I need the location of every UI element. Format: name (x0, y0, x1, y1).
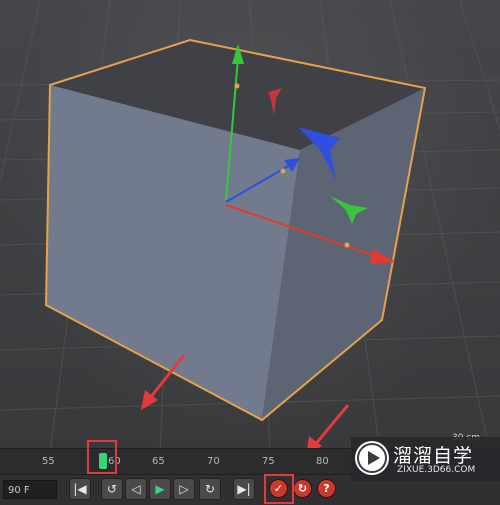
step-back-button[interactable]: ◁ (125, 478, 147, 500)
step-back-icon: ◁ (131, 482, 141, 496)
go-to-end-button[interactable]: ▶| (233, 478, 255, 500)
help-key-icon: ? (323, 482, 330, 495)
scene-canvas[interactable] (0, 0, 500, 452)
play-icon: ▶ (155, 482, 165, 496)
step-forward-icon: ▷ (179, 482, 189, 496)
keyframe-selection-button[interactable]: ? (317, 479, 336, 498)
watermark-url: ZIXUE.3D66.COM (397, 465, 476, 475)
timeline-tick: 75 (262, 456, 275, 467)
prev-key-icon: ↺ (106, 482, 118, 496)
go-to-start-button[interactable]: |◀ (69, 478, 91, 500)
timeline-tick: 80 (316, 456, 329, 467)
skip-end-icon: ▶| (237, 482, 251, 496)
timeline-tick: 70 (207, 456, 220, 467)
highlight-record-box (264, 474, 294, 504)
timeline-tick: 55 (42, 456, 55, 467)
go-to-next-key-button[interactable]: ↻ (199, 478, 221, 500)
skip-start-icon: |◀ (73, 482, 87, 496)
autokeying-button[interactable]: ↻ (293, 479, 312, 498)
end-frame-field[interactable]: 90 F (3, 480, 57, 499)
step-forward-button[interactable]: ▷ (173, 478, 195, 500)
3d-viewport[interactable]: 30 cm (0, 0, 500, 452)
watermark-name: 溜溜自学 (393, 445, 474, 467)
next-key-icon: ↻ (204, 482, 216, 496)
play-button[interactable]: ▶ (149, 478, 171, 500)
watermark-play-logo-icon (355, 441, 389, 475)
timeline-tick: 65 (152, 456, 165, 467)
autokey-icon: ↻ (297, 482, 308, 495)
highlight-playhead-box (87, 440, 117, 474)
go-to-previous-key-button[interactable]: ↺ (101, 478, 123, 500)
